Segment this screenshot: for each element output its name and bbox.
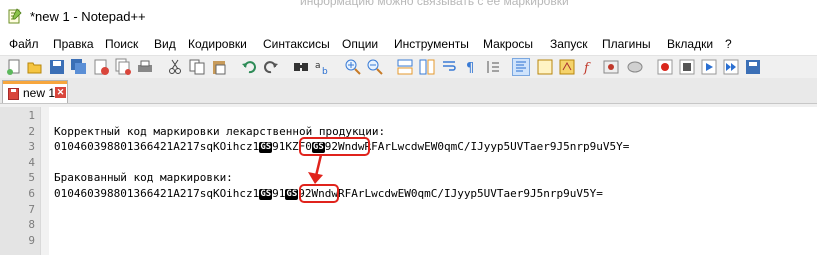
line-text: 92WndwRFArLwcdwEW0qmC/IJyyp5UVTaer9J5nrp… [324, 140, 630, 154]
find-icon[interactable] [292, 58, 310, 76]
run-macro-icon[interactable] [722, 58, 740, 76]
tab-bar: new 1 ✕ [0, 78, 817, 103]
line-text: 92WndwRFArLwcdwEW0qmC/IJyyp5UVTaer9J5nrp… [298, 187, 603, 200]
line-text: 010460398801366421A217sqKOihcz1 [54, 140, 260, 154]
fold-margin [40, 107, 49, 255]
line-number: 8 [28, 218, 35, 232]
highlight-box-defective [299, 184, 339, 203]
line-number: 7 [28, 202, 35, 216]
line-number: 3 [28, 140, 35, 154]
line-number: 5 [28, 171, 35, 185]
line-number-gutter: 1 2 3 4 5 6 7 8 9 [0, 107, 40, 255]
notepadpp-app-icon [8, 8, 22, 24]
line-text: 010460398801366421A217sqKOihcz1 [54, 187, 260, 200]
toolbar: ab ¶ f [0, 55, 817, 79]
gs-control-char: GS [259, 142, 273, 154]
menu-window[interactable]: Вкладки [667, 37, 713, 51]
line-number: 6 [28, 187, 35, 200]
menu-search[interactable]: Поиск [105, 37, 138, 51]
replace-icon[interactable]: ab [314, 58, 332, 76]
line-number: 9 [28, 233, 35, 247]
menu-encoding[interactable]: Кодировки [188, 37, 247, 51]
line-number: 1 [28, 109, 35, 122]
print-icon[interactable] [136, 58, 154, 76]
menu-syntax[interactable]: Синтаксисы [263, 37, 330, 51]
save-macro-icon[interactable] [744, 58, 762, 76]
cut-icon[interactable] [166, 58, 184, 76]
line-number: 4 [28, 155, 35, 169]
zoom-in-icon[interactable] [344, 58, 362, 76]
save-all-icon[interactable] [70, 58, 88, 76]
copy-icon[interactable] [188, 58, 206, 76]
paste-icon[interactable] [210, 58, 228, 76]
line-text: 91 [272, 187, 286, 200]
menu-plugins[interactable]: Плагины [602, 37, 651, 51]
redo-icon[interactable] [262, 58, 280, 76]
doc-map-icon[interactable] [536, 58, 554, 76]
new-file-icon[interactable] [5, 58, 23, 76]
menu-edit[interactable]: Правка [53, 37, 94, 51]
window-title: *new 1 - Notepad++ [30, 9, 146, 24]
sync-horizontal-icon[interactable] [418, 58, 436, 76]
udl-icon[interactable] [512, 58, 530, 76]
code-line-5: Бракованный код маркировки: [54, 170, 233, 186]
gs-control-char: GS [285, 189, 299, 200]
open-file-icon[interactable] [26, 58, 44, 76]
record-icon[interactable] [626, 58, 644, 76]
menu-run[interactable]: Запуск [550, 37, 588, 51]
tab-new-1[interactable]: new 1 ✕ [2, 80, 68, 103]
play-macro-icon[interactable] [700, 58, 718, 76]
menu-tools[interactable]: Инструменты [394, 37, 469, 51]
annotation-arrow [308, 154, 323, 184]
line-text: Бракованный код маркировки: [54, 171, 233, 185]
menu-help[interactable]: ? [725, 37, 732, 51]
folder-workspace-icon[interactable]: f [580, 58, 598, 76]
record-macro-icon[interactable] [656, 58, 674, 76]
menu-bar: Файл Правка Поиск Вид Кодировки Синтакси… [0, 33, 817, 55]
word-wrap-icon[interactable] [440, 58, 458, 76]
title-bar: *new 1 - Notepad++ информацию можно связ… [0, 0, 817, 33]
svg-text:b: b [322, 67, 328, 76]
close-all-icon[interactable] [114, 58, 132, 76]
tab-active-indicator [3, 81, 67, 84]
function-list-icon[interactable] [558, 58, 576, 76]
tab-label: new 1 [23, 86, 56, 100]
svg-text:f: f [583, 61, 591, 76]
line-text: Корректный код маркировки лекарственной … [54, 124, 386, 138]
menu-settings[interactable]: Опции [342, 37, 378, 51]
zoom-out-icon[interactable] [366, 58, 384, 76]
monitoring-icon[interactable] [602, 58, 620, 76]
menu-view[interactable]: Вид [154, 37, 176, 51]
tab-close-icon[interactable]: ✕ [55, 87, 66, 98]
close-icon[interactable] [92, 58, 110, 76]
show-all-chars-icon[interactable]: ¶ [462, 58, 480, 76]
svg-text:a: a [315, 61, 321, 71]
unsaved-file-icon [8, 87, 19, 100]
save-icon[interactable] [48, 58, 66, 76]
stop-macro-icon[interactable] [678, 58, 696, 76]
undo-icon[interactable] [240, 58, 258, 76]
indent-guide-icon[interactable] [484, 58, 502, 76]
svg-text:¶: ¶ [466, 61, 474, 76]
menu-macro[interactable]: Макросы [483, 37, 533, 51]
menu-file[interactable]: Файл [9, 37, 39, 51]
gs-control-char: GS [259, 189, 273, 200]
sync-vertical-icon[interactable] [396, 58, 414, 76]
background-text: информацию можно связывать с ее маркиров… [300, 0, 569, 8]
line-number: 2 [28, 124, 35, 138]
